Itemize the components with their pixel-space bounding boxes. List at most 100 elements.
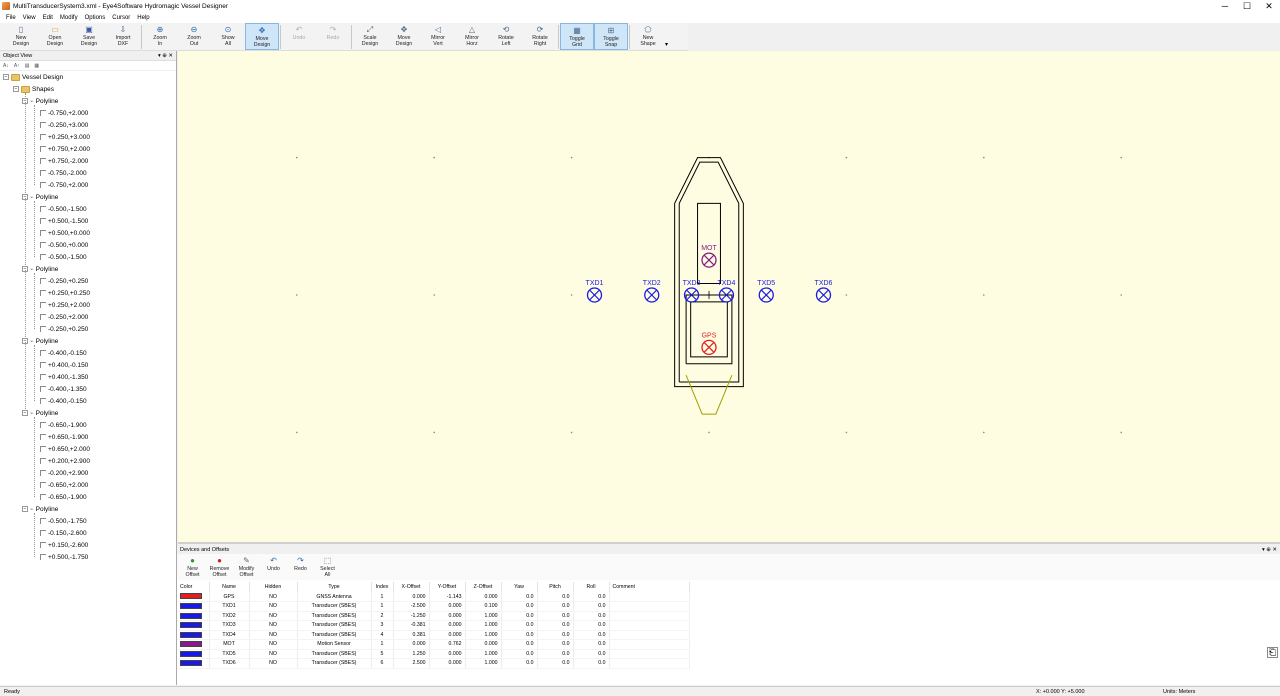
tree-node-point[interactable]: +0.200,+2.900 — [40, 455, 90, 467]
new-design-button[interactable]: ▯ New Design — [4, 23, 38, 50]
redo-button[interactable]: ↷ Redo — [287, 554, 314, 581]
close-button[interactable]: ✕ — [1258, 0, 1280, 12]
vessel-drawing[interactable]: GPS TXD1 TXD2 TXD3 TXD4 MOT TXD5 TXD6 — [178, 51, 1280, 544]
tree-node-polyline[interactable]: − ⌁ Polyline — [22, 263, 58, 275]
undo-button[interactable]: ↶ Undo — [282, 23, 316, 50]
toggle-grid-button[interactable]: ▦ Toggle Grid — [560, 23, 594, 50]
hull-polyline[interactable] — [678, 161, 740, 383]
collapse-icon[interactable]: − — [3, 74, 9, 80]
device-marker-mot[interactable]: MOT — [701, 245, 717, 268]
scale-design-button[interactable]: ⤢ Scale Design — [353, 23, 387, 50]
tree-node-point[interactable]: +0.500,-1.500 — [40, 215, 88, 227]
tree-node-point[interactable]: +0.500,-1.750 — [40, 551, 88, 563]
new-shape-button[interactable]: ⬠ New Shape — [631, 23, 665, 50]
tree-node-point[interactable]: -0.400,-0.150 — [40, 395, 87, 407]
remove-offset-button[interactable]: ● Remove Offset — [206, 554, 233, 581]
tree-node-point[interactable]: -0.400,-1.350 — [40, 383, 87, 395]
column-header-roll[interactable]: Roll — [573, 582, 610, 592]
table-row[interactable]: TXD6 NO Transducer (SBES) 6 2.500 0.000 1.000 0… — [177, 658, 690, 669]
mirror-vert-button[interactable]: ◁ Mirror Vert — [421, 23, 455, 50]
tree-node-point[interactable]: -0.200,+2.900 — [40, 467, 88, 479]
table-row[interactable]: TXD2 NO Transducer (SBES) 2 -1.250 0.000 1.000… — [177, 611, 690, 621]
color-swatch[interactable] — [180, 612, 202, 619]
column-header-comment[interactable]: Comment — [609, 582, 690, 592]
tree-node-vessel-design[interactable]: − Vessel Design — [3, 71, 63, 83]
column-header-pitch[interactable]: Pitch — [537, 582, 574, 592]
menu-edit[interactable]: Edit — [43, 15, 53, 21]
select-all-button[interactable]: ⬚ Select All — [314, 554, 341, 581]
save-design-button[interactable]: ▣ Save Design — [72, 23, 106, 50]
hull-polyline[interactable] — [685, 294, 733, 365]
tree-node-point[interactable]: +0.650,+2.000 — [40, 443, 90, 455]
tree-node-point[interactable]: +0.150,-2.600 — [40, 539, 88, 551]
menu-view[interactable]: View — [23, 15, 36, 21]
tree-node-point[interactable]: -0.650,-1.900 — [40, 419, 87, 431]
toggle-snap-button[interactable]: ⊞ Toggle Snap — [594, 23, 628, 50]
column-header-hidden[interactable]: Hidden — [249, 582, 298, 592]
view-grid-icon[interactable]: ▦ — [34, 63, 39, 69]
tree-node-polyline[interactable]: − ⌁ Polyline — [22, 191, 58, 203]
color-swatch[interactable] — [180, 660, 202, 667]
hull-polyline[interactable] — [697, 202, 721, 285]
table-row[interactable]: GPS NO GNSS Antenna 1 0.000 -1.143 0.000 0.0 0.0… — [177, 592, 690, 602]
tree-node-point[interactable]: -0.500,-1.500 — [40, 203, 87, 215]
device-marker-txd3[interactable]: TXD3 — [683, 280, 701, 303]
device-marker-txd1[interactable]: TXD1 — [586, 280, 604, 303]
tree-node-point[interactable]: -0.650,-1.900 — [40, 491, 87, 503]
table-row[interactable]: MOT NO Motion Sensor 1 0.000 0.762 0.000 0.0 0.0… — [177, 639, 690, 650]
color-swatch[interactable] — [180, 593, 202, 600]
modify-offset-button[interactable]: ✎ Modify Offset — [233, 554, 260, 581]
hull-polyline[interactable] — [690, 301, 728, 358]
sort-desc-icon[interactable]: A↑ — [14, 63, 20, 69]
pin-icon[interactable]: ⊕ — [1266, 547, 1271, 553]
tree-node-point[interactable]: -0.250,+3.000 — [40, 119, 88, 131]
redo-button[interactable]: ↷ Redo — [316, 23, 350, 50]
tree-node-point[interactable]: -0.250,+0.250 — [40, 275, 88, 287]
rotate-left-button[interactable]: ⟲ Rotate Left — [489, 23, 523, 50]
tree-node-polyline[interactable]: − ⌁ Polyline — [22, 407, 58, 419]
panel-side-icon[interactable]: ⎗ — [1266, 647, 1278, 658]
pin-icon[interactable]: ⊕ — [162, 53, 167, 59]
tree-node-point[interactable]: -0.650,+2.000 — [40, 479, 88, 491]
device-marker-txd5[interactable]: TXD5 — [757, 280, 775, 303]
column-header-yaw[interactable]: Yaw — [501, 582, 538, 592]
zoom-out-button[interactable]: ⊖ Zoom Out — [177, 23, 211, 50]
move-design-button[interactable]: ✥ Move Design — [245, 23, 279, 50]
move-design-button[interactable]: ✥ Move Design — [387, 23, 421, 50]
tree-node-point[interactable]: -0.750,-2.000 — [40, 167, 87, 179]
column-header-type[interactable]: Type — [297, 582, 372, 592]
tree-node-point[interactable]: -0.500,+0.000 — [40, 239, 88, 251]
hull-polyline[interactable] — [685, 374, 733, 415]
tree-node-point[interactable]: -0.750,+2.000 — [40, 107, 88, 119]
view-list-icon[interactable]: ▤ — [25, 63, 30, 69]
device-marker-txd4[interactable]: TXD4 — [717, 280, 735, 303]
device-marker-txd6[interactable]: TXD6 — [815, 280, 833, 303]
tree-node-point[interactable]: +0.750,-2.000 — [40, 155, 88, 167]
minimize-button[interactable]: ─ — [1214, 0, 1236, 12]
column-header-name[interactable]: Name — [209, 582, 250, 592]
menu-cursor[interactable]: Cursor — [112, 15, 130, 21]
maximize-button[interactable]: ☐ — [1236, 0, 1258, 12]
show-all-button[interactable]: ⊙ Show All — [211, 23, 245, 50]
design-canvas[interactable]: GPS TXD1 TXD2 TXD3 TXD4 MOT TXD5 TXD6 — [178, 51, 1280, 544]
table-row[interactable]: TXD4 NO Transducer (SBES) 4 0.381 0.000 1.000 0… — [177, 630, 690, 640]
menu-options[interactable]: Options — [85, 15, 106, 21]
tree-node-point[interactable]: -0.250,+2.000 — [40, 311, 88, 323]
column-header-x-offset[interactable]: X-Offset — [393, 582, 430, 592]
color-swatch[interactable] — [180, 603, 202, 610]
tree-node-polyline[interactable]: − ⌁ Polyline — [22, 95, 58, 107]
color-swatch[interactable] — [180, 631, 202, 638]
tree-node-polyline[interactable]: − ⌁ Polyline — [22, 503, 58, 515]
toolbar-overflow-icon[interactable]: ▾ — [665, 41, 668, 48]
import-dxf-button[interactable]: ⇩ Import DXF — [106, 23, 140, 50]
column-header-index[interactable]: Index — [371, 582, 394, 592]
color-swatch[interactable] — [180, 622, 202, 629]
table-row[interactable]: TXD5 NO Transducer (SBES) 5 1.250 0.000 1.000 0… — [177, 649, 690, 659]
dropdown-icon[interactable]: ▾ — [1262, 547, 1265, 553]
undo-button[interactable]: ↶ Undo — [260, 554, 287, 581]
tree-node-point[interactable]: -0.150,-2.600 — [40, 527, 87, 539]
new-offset-button[interactable]: ● New Offset — [179, 554, 206, 581]
tree-node-shapes[interactable]: − Shapes — [13, 83, 54, 95]
tree-node-point[interactable]: -0.500,-1.500 — [40, 251, 87, 263]
device-marker-gps[interactable]: GPS — [701, 332, 717, 355]
